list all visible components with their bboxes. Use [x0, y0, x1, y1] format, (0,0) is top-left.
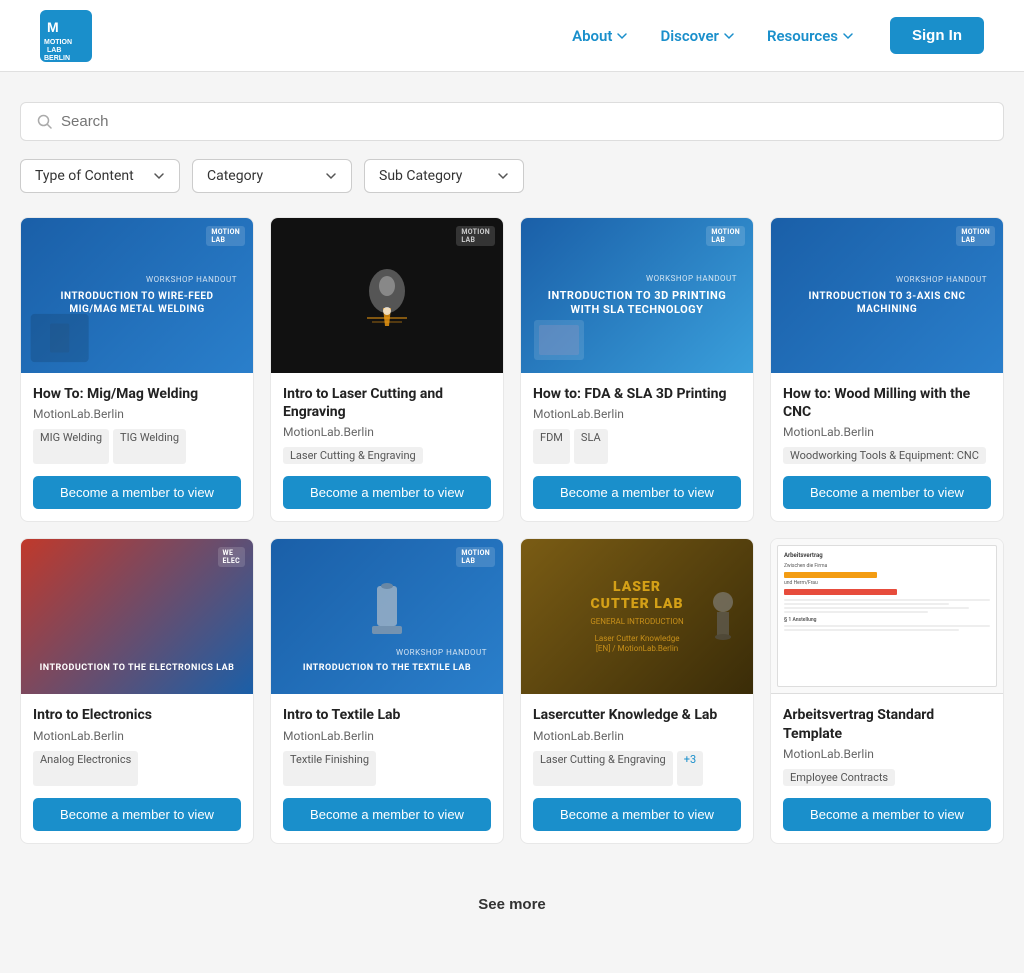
- card-tags: MIG WeldingTIG Welding: [33, 429, 241, 464]
- card-laser-cutting: MOTIONLAB Intro to Laser Cutting and Eng…: [270, 217, 504, 522]
- become-member-button[interactable]: Become a member to view: [283, 798, 491, 831]
- tag: Employee Contracts: [783, 769, 895, 786]
- card-title: How To: Mig/Mag Welding: [33, 385, 241, 403]
- card-body: Intro to Textile Lab MotionLab.Berlin Text…: [271, 694, 503, 842]
- card-author: MotionLab.Berlin: [33, 407, 241, 421]
- filter-row: Type of Content Category Sub Category: [20, 159, 1004, 193]
- become-member-button[interactable]: Become a member to view: [783, 798, 991, 831]
- search-icon: [37, 114, 53, 130]
- tag: Laser Cutting & Engraving: [533, 751, 673, 786]
- card-author: MotionLab.Berlin: [783, 747, 991, 761]
- card-textile: MOTIONLAB Workshop handout INTRODUCTION …: [270, 538, 504, 843]
- svg-text:LAB: LAB: [47, 47, 61, 54]
- card-body: Intro to Laser Cutting and Engraving Moti…: [271, 373, 503, 521]
- card-electronics: WEELEC INTRODUCTION TO THE ELECTRONICS L…: [20, 538, 254, 843]
- become-member-button[interactable]: Become a member to view: [283, 476, 491, 509]
- see-more-button[interactable]: See more: [454, 886, 570, 923]
- become-member-button[interactable]: Become a member to view: [533, 476, 741, 509]
- card-author: MotionLab.Berlin: [533, 729, 741, 743]
- card-title: How to: FDA & SLA 3D Printing: [533, 385, 741, 403]
- card-author: MotionLab.Berlin: [533, 407, 741, 421]
- card-tags: Laser Cutting & Engraving: [283, 447, 491, 464]
- card-title: Intro to Textile Lab: [283, 706, 491, 724]
- card-author: MotionLab.Berlin: [33, 729, 241, 743]
- card-body: How To: Mig/Mag Welding MotionLab.Berlin M…: [21, 373, 253, 521]
- card-tags: Textile Finishing: [283, 751, 491, 786]
- tag: Analog Electronics: [33, 751, 138, 786]
- header: M MOTION LAB BERLIN About Discover Resou…: [0, 0, 1024, 72]
- tag: Textile Finishing: [283, 751, 376, 786]
- chevron-down-icon: [723, 30, 735, 42]
- nav-discover[interactable]: Discover: [648, 19, 746, 53]
- tag: MIG Welding: [33, 429, 109, 464]
- card-cnc: MOTIONLAB Workshop handout Introduction …: [770, 217, 1004, 522]
- card-author: MotionLab.Berlin: [283, 729, 491, 743]
- logo[interactable]: M MOTION LAB BERLIN: [40, 10, 92, 62]
- tag: Woodworking Tools & Equipment: CNC: [783, 447, 986, 464]
- card-lasercutter: LASERCUTTER LAB GENERAL INTRODUCTION Las…: [520, 538, 754, 843]
- card-tags: Laser Cutting & Engraving+3: [533, 751, 741, 786]
- card-body: How to: Wood Milling with the CNC MotionL…: [771, 373, 1003, 521]
- tag: FDM: [533, 429, 570, 464]
- card-title: Arbeitsvertrag Standard Template: [783, 706, 991, 742]
- card-tags: Employee Contracts: [783, 769, 991, 786]
- chevron-down-icon: [842, 30, 854, 42]
- logo-icon: M MOTION LAB BERLIN: [40, 10, 92, 62]
- tag: TIG Welding: [113, 429, 186, 464]
- card-title: Intro to Laser Cutting and Engraving: [283, 385, 491, 421]
- card-tags: Analog Electronics: [33, 751, 241, 786]
- card-tags: Woodworking Tools & Equipment: CNC: [783, 447, 991, 464]
- svg-text:MOTION: MOTION: [44, 39, 72, 46]
- svg-text:M: M: [47, 19, 59, 35]
- card-body: How to: FDA & SLA 3D Printing MotionLab.B…: [521, 373, 753, 521]
- see-more-wrapper: See more: [20, 876, 1004, 943]
- card-arbeitsvertrag: Arbeitsvertrag Zwischen die Firma und He…: [770, 538, 1004, 843]
- card-fda-sla: MOTIONLAB Workshop handout Introduction …: [520, 217, 754, 522]
- card-body: Lasercutter Knowledge & Lab MotionLab.Ber…: [521, 694, 753, 842]
- become-member-button[interactable]: Become a member to view: [533, 798, 741, 831]
- card-body: Arbeitsvertrag Standard Template MotionLa…: [771, 694, 1003, 842]
- chevron-down-icon: [153, 170, 165, 182]
- signin-button[interactable]: Sign In: [890, 17, 984, 54]
- chevron-down-icon: [616, 30, 628, 42]
- nav-about[interactable]: About: [560, 19, 640, 53]
- nav-resources[interactable]: Resources: [755, 19, 866, 53]
- card-title: Lasercutter Knowledge & Lab: [533, 706, 741, 724]
- search-input[interactable]: [61, 113, 987, 130]
- nav: About Discover Resources Sign In: [560, 17, 984, 54]
- chevron-down-icon: [325, 170, 337, 182]
- card-tags: FDMSLA: [533, 429, 741, 464]
- card-author: MotionLab.Berlin: [783, 425, 991, 439]
- svg-text:BERLIN: BERLIN: [44, 55, 70, 62]
- card-title: How to: Wood Milling with the CNC: [783, 385, 991, 421]
- tag: SLA: [574, 429, 608, 464]
- tag: Laser Cutting & Engraving: [283, 447, 423, 464]
- chevron-down-icon: [497, 170, 509, 182]
- card-mig-mag: MOTIONLAB Workshop handout INTRODUCTION …: [20, 217, 254, 522]
- become-member-button[interactable]: Become a member to view: [783, 476, 991, 509]
- search-bar: [20, 102, 1004, 141]
- type-of-content-filter[interactable]: Type of Content: [20, 159, 180, 193]
- card-body: Intro to Electronics MotionLab.Berlin Anal…: [21, 694, 253, 842]
- become-member-button[interactable]: Become a member to view: [33, 798, 241, 831]
- tag-more: +3: [677, 751, 703, 786]
- main-content: Type of Content Category Sub Category MO…: [0, 72, 1024, 973]
- become-member-button[interactable]: Become a member to view: [33, 476, 241, 509]
- card-title: Intro to Electronics: [33, 706, 241, 724]
- card-author: MotionLab.Berlin: [283, 425, 491, 439]
- subcategory-filter[interactable]: Sub Category: [364, 159, 524, 193]
- category-filter[interactable]: Category: [192, 159, 352, 193]
- cards-grid: MOTIONLAB Workshop handout INTRODUCTION …: [20, 217, 1004, 844]
